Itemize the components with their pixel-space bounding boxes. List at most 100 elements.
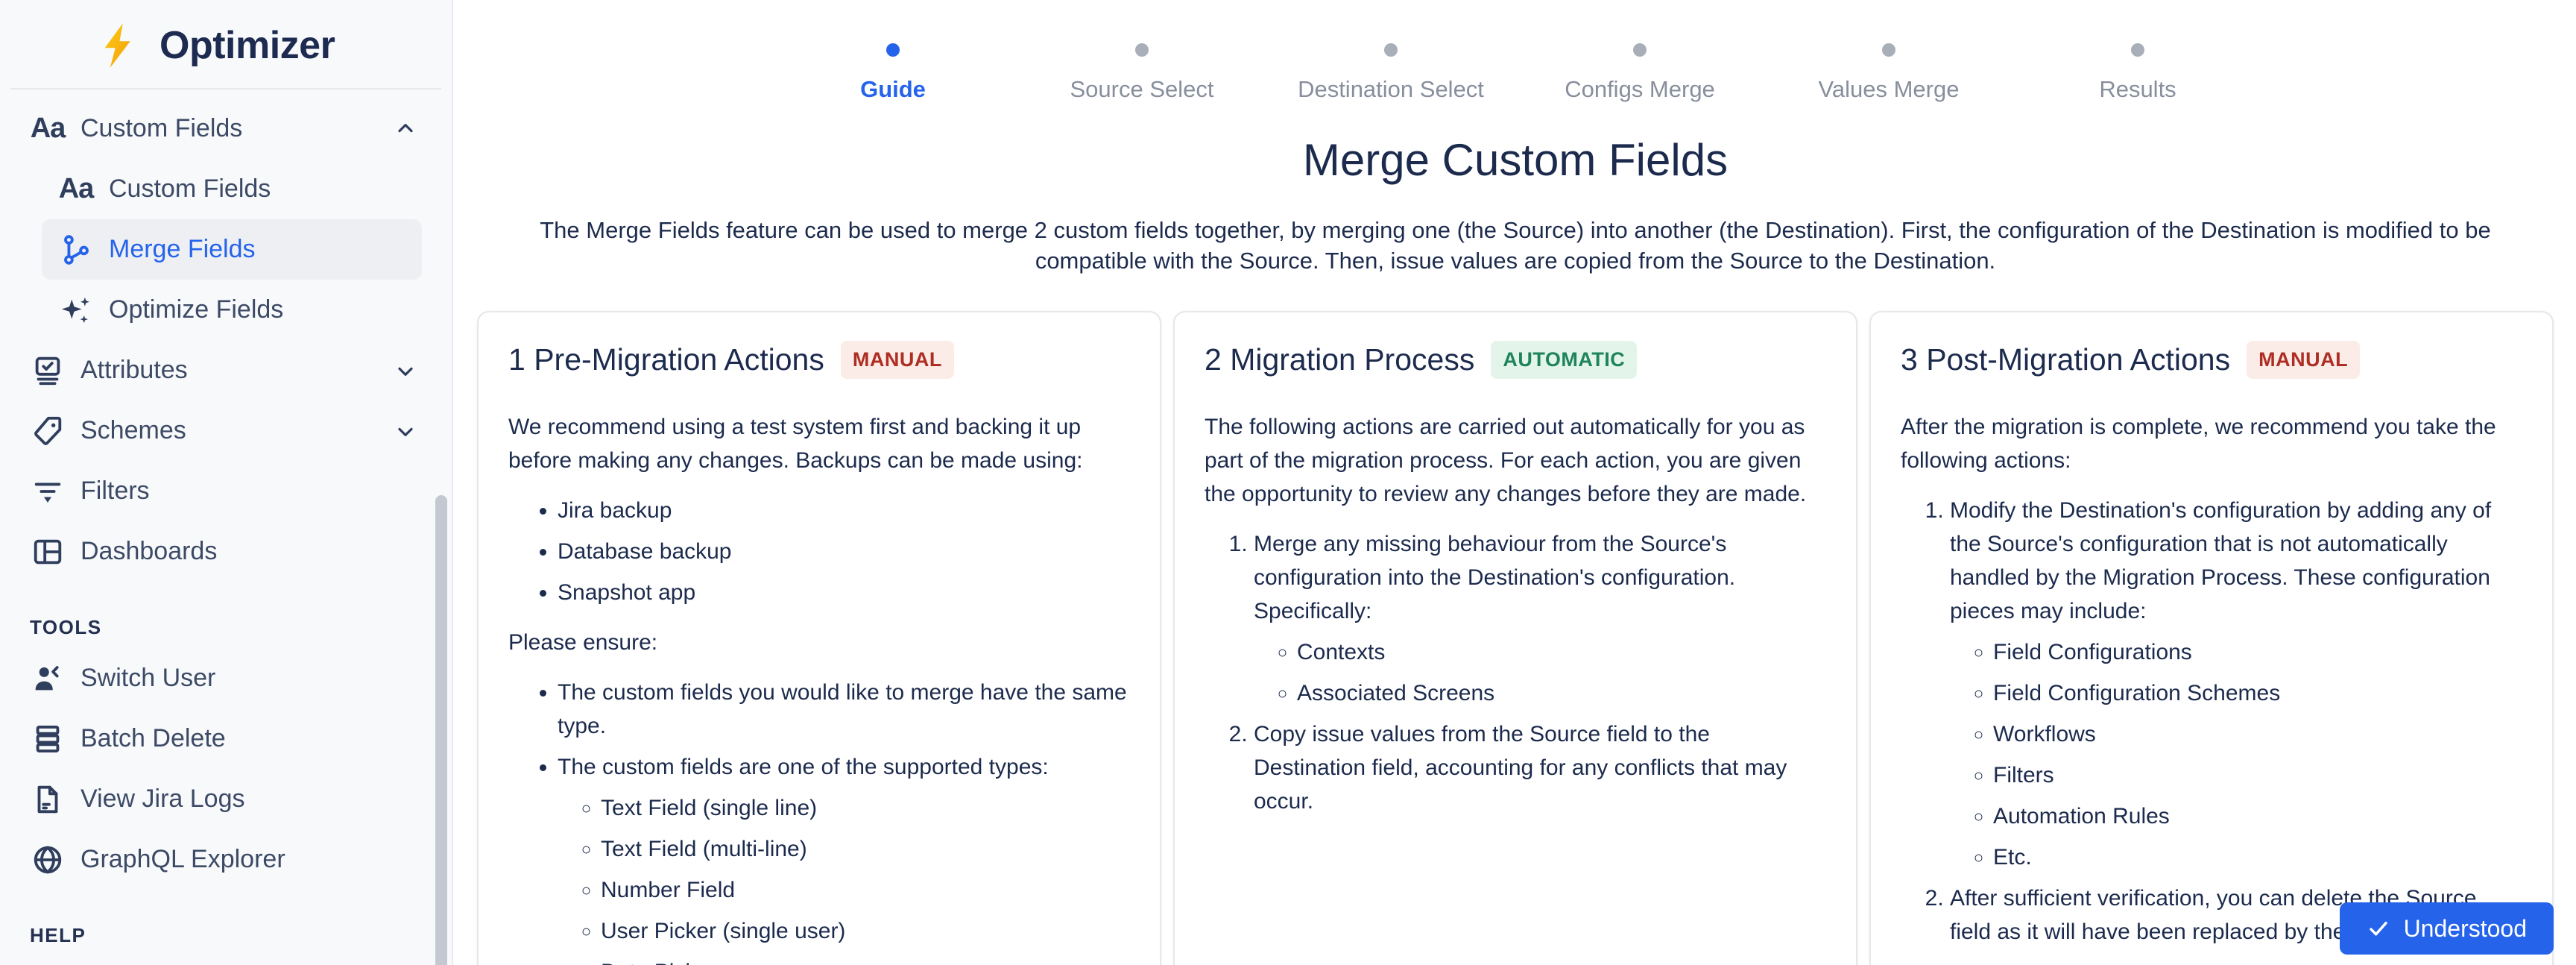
list-item: Date Picker: [601, 955, 1130, 965]
custom-fields-aa-icon: Aa: [58, 172, 94, 207]
step-dot-icon: [886, 43, 900, 57]
post-migration-card: 3 Post-Migration Actions MANUAL After th…: [1869, 311, 2554, 965]
step-destination-select[interactable]: Destination Select: [1266, 43, 1515, 103]
list-item: Copy issue values from the Source field …: [1254, 717, 1826, 818]
chevron-down-icon: [394, 359, 417, 383]
sidebar-item-label: Merge Fields: [109, 235, 256, 264]
list-item: Text Field (multi-line): [601, 832, 1130, 866]
supported-types-list: Text Field (single line) Text Field (mul…: [558, 791, 1130, 965]
git-merge-icon: [58, 232, 94, 268]
sidebar-item-attributes[interactable]: Attributes: [0, 340, 452, 400]
sidebar-item-label: Filters: [80, 477, 150, 506]
sidebar-item-custom-fields[interactable]: Aa Custom Fields: [42, 159, 422, 219]
document-icon: [30, 782, 66, 817]
sub-list: Contexts Associated Screens: [1254, 635, 1826, 710]
app-title: Optimizer: [160, 23, 335, 68]
tag-icon: [30, 413, 66, 449]
step-dot-icon: [1882, 43, 1895, 57]
list-item: Filters: [1993, 758, 2522, 792]
sidebar-item-label: Optimize Fields: [109, 295, 283, 324]
stack-icon: [30, 721, 66, 757]
list-item: Number Field: [601, 873, 1130, 907]
sidebar-item-label: GraphQL Explorer: [80, 845, 285, 874]
list-item: Contexts: [1297, 635, 1826, 669]
automatic-badge: AUTOMATIC: [1491, 341, 1637, 379]
sidebar-nav: Aa Custom Fields Aa Custom Fields Merge …: [0, 89, 452, 947]
card-paragraph: After the migration is complete, we reco…: [1901, 410, 2522, 477]
help-section-label: HELP: [0, 924, 452, 947]
sidebar-item-merge-fields[interactable]: Merge Fields: [42, 219, 422, 280]
globe-icon: [30, 842, 66, 878]
list-item: The custom fields are one of the support…: [558, 750, 1130, 965]
sidebar-item-label: Switch User: [80, 664, 215, 693]
tools-section-label: TOOLS: [0, 616, 452, 639]
migration-process-card: 2 Migration Process AUTOMATIC The follow…: [1173, 311, 1857, 965]
sidebar-item-label: Custom Fields: [80, 114, 242, 143]
list-item: Merge any missing behaviour from the Sou…: [1254, 527, 1826, 710]
ensure-list: The custom fields you would like to merg…: [508, 676, 1130, 965]
guide-cards: 1 Pre-Migration Actions MANUAL We recomm…: [455, 277, 2576, 965]
sidebar-item-custom-fields-group[interactable]: Aa Custom Fields: [0, 98, 452, 159]
filter-lines-icon: [30, 474, 66, 509]
wizard-stepper: Guide Source Select Destination Select C…: [455, 0, 2576, 103]
step-configs-merge[interactable]: Configs Merge: [1515, 43, 1764, 103]
page-title: Merge Custom Fields: [455, 134, 2576, 186]
sidebar-item-label: View Jira Logs: [80, 785, 245, 814]
list-item: Workflows: [1993, 717, 2522, 751]
lightning-bolt-icon: [95, 21, 145, 70]
card-paragraph: Please ensure:: [508, 626, 1130, 659]
list-item: Jira backup: [558, 494, 1130, 527]
sidebar-scrollbar-thumb[interactable]: [435, 495, 447, 965]
sidebar-item-switch-user[interactable]: Switch User: [0, 648, 452, 708]
post-migration-steps-list: Modify the Destination's configuration b…: [1901, 494, 2522, 949]
list-item: Associated Screens: [1297, 676, 1826, 710]
step-results[interactable]: Results: [2013, 43, 2262, 103]
sparkles-icon: [58, 292, 94, 328]
pre-migration-card: 1 Pre-Migration Actions MANUAL We recomm…: [477, 311, 1161, 965]
list-item: Snapshot app: [558, 576, 1130, 609]
list-item: Field Configurations: [1993, 635, 2522, 669]
list-item: User Picker (single user): [601, 914, 1130, 948]
manual-badge: MANUAL: [841, 341, 954, 379]
sidebar: Optimizer Aa Custom Fields Aa Custom Fie…: [0, 0, 453, 965]
switch-user-icon: [30, 661, 66, 697]
sidebar-item-view-jira-logs[interactable]: View Jira Logs: [0, 769, 452, 829]
list-item: Modify the Destination's configuration b…: [1950, 494, 2522, 874]
list-item: Text Field (single line): [601, 791, 1130, 825]
step-source-select[interactable]: Source Select: [1017, 43, 1266, 103]
custom-fields-aa-icon: Aa: [30, 111, 66, 147]
step-dot-icon: [1384, 43, 1398, 57]
sidebar-item-label: Dashboards: [80, 537, 217, 566]
layout-icon: [30, 534, 66, 570]
card-paragraph: The following actions are carried out au…: [1205, 410, 1826, 511]
step-dot-icon: [2131, 43, 2144, 57]
sidebar-item-label: Batch Delete: [80, 724, 226, 753]
step-guide[interactable]: Guide: [768, 43, 1017, 103]
card-title: 3 Post-Migration Actions: [1901, 342, 2230, 377]
understood-button[interactable]: Understood: [2340, 902, 2554, 955]
app-logo[interactable]: Optimizer: [0, 0, 452, 88]
understood-label: Understood: [2404, 915, 2527, 943]
page-intro: The Merge Fields feature can be used to …: [524, 216, 2507, 277]
sidebar-item-label: Schemes: [80, 416, 186, 445]
sidebar-item-graphql-explorer[interactable]: GraphQL Explorer: [0, 829, 452, 890]
backup-options-list: Jira backup Database backup Snapshot app: [508, 494, 1130, 609]
list-item: Automation Rules: [1993, 799, 2522, 833]
list-item: Database backup: [558, 535, 1130, 568]
sidebar-item-label: Attributes: [80, 356, 188, 385]
sub-list: Field Configurations Field Configuration…: [1950, 635, 2522, 874]
chevron-up-icon: [394, 117, 417, 141]
list-item: Field Configuration Schemes: [1993, 676, 2522, 710]
check-icon: [2367, 917, 2390, 940]
card-title: 2 Migration Process: [1205, 342, 1474, 377]
attributes-card-check-icon: [30, 353, 66, 389]
sidebar-item-optimize-fields[interactable]: Optimize Fields: [42, 280, 422, 340]
sidebar-item-dashboards[interactable]: Dashboards: [0, 521, 452, 582]
sidebar-item-label: Custom Fields: [109, 175, 271, 204]
step-dot-icon: [1135, 43, 1149, 57]
sidebar-item-schemes[interactable]: Schemes: [0, 400, 452, 461]
chevron-down-icon: [394, 419, 417, 443]
sidebar-item-batch-delete[interactable]: Batch Delete: [0, 708, 452, 769]
step-values-merge[interactable]: Values Merge: [1764, 43, 2013, 103]
sidebar-item-filters[interactable]: Filters: [0, 461, 452, 521]
